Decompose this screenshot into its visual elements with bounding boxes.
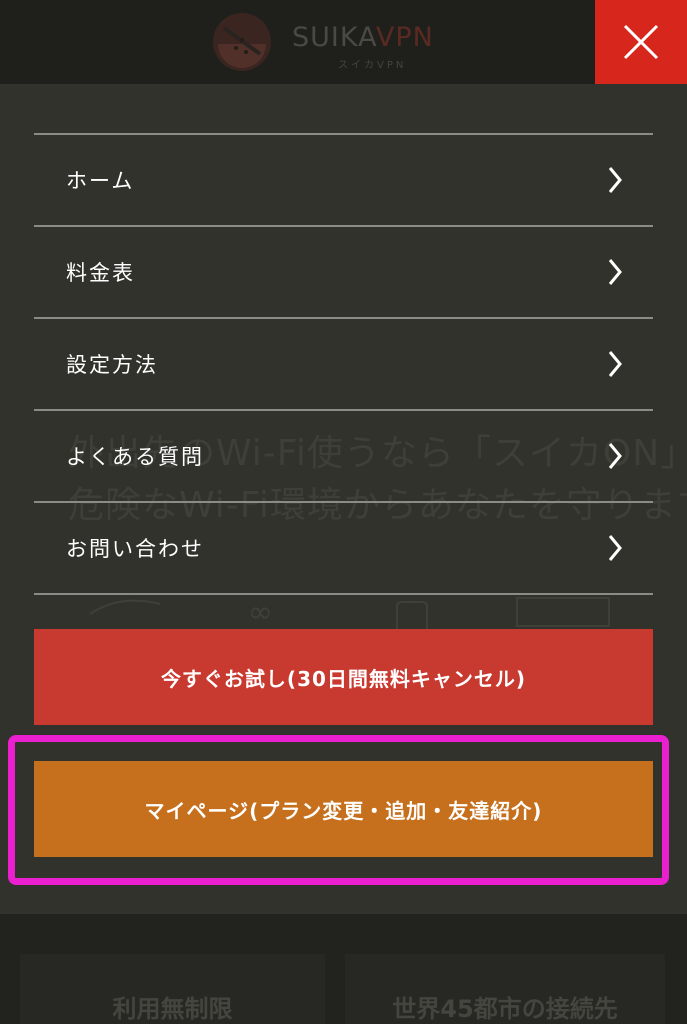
logo: SUIKAVPN スイカVPN [210, 6, 450, 74]
chevron-right-icon [608, 535, 622, 561]
feature-card-locations: 世界45都市の接続先 [345, 954, 665, 1024]
svg-text:∞: ∞ [248, 595, 273, 630]
menu-item-pricing[interactable]: 料金表 [34, 227, 653, 319]
close-button[interactable] [595, 0, 687, 84]
header: SUIKAVPN スイカVPN [0, 0, 687, 84]
mypage-button[interactable]: マイページ(プラン変更・追加・友達紹介) [34, 761, 653, 857]
menu-item-setup[interactable]: 設定方法 [34, 319, 653, 411]
menu-item-label: 料金表 [66, 261, 135, 285]
background-feature-strip: 利用無制限 世界45都市の接続先 [0, 914, 687, 1024]
menu-item-label: お問い合わせ [66, 537, 204, 561]
menu-item-label: ホーム [66, 169, 135, 193]
close-icon [623, 24, 659, 60]
chevron-right-icon [608, 351, 622, 377]
menu-item-contact[interactable]: お問い合わせ [34, 503, 653, 595]
menu-item-label: 設定方法 [66, 353, 158, 377]
logo-text-vpn: VPN [375, 22, 434, 53]
logo-subtext: スイカVPN [338, 60, 407, 71]
menu-item-label: よくある質問 [66, 445, 204, 469]
chevron-right-icon [608, 259, 622, 285]
feature-card-unlimited: 利用無制限 [20, 954, 325, 1024]
menu-item-faq[interactable]: よくある質問 [34, 411, 653, 503]
logo-text-main: SUIKA [292, 22, 376, 53]
chevron-right-icon [608, 167, 622, 193]
menu-overlay-page: SUIKAVPN スイカVPN 外出先のWi-Fi使うなら「スイカON」 危険な… [0, 0, 687, 1024]
chevron-right-icon [608, 443, 622, 469]
menu-item-home[interactable]: ホーム [34, 135, 653, 227]
logo-wordmark: SUIKAVPN [292, 22, 434, 53]
free-trial-button[interactable]: 今すぐお試し(30日間無料キャンセル) [34, 629, 653, 725]
watermelon-logo-icon [213, 13, 271, 71]
menu-panel: 外出先のWi-Fi使うなら「スイカON」 危険なWi-Fi環境からあなたを守りま… [0, 84, 687, 914]
nav-menu: ホーム 料金表 設定方法 よくある質問 お問い合わせ [34, 133, 653, 595]
